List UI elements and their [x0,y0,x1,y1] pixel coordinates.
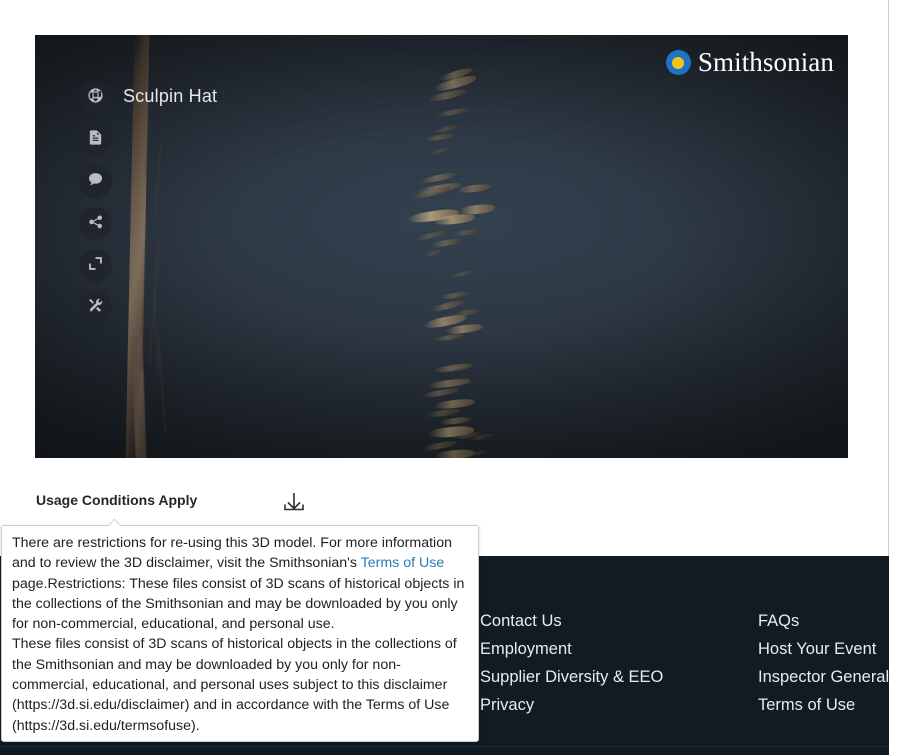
footer-link[interactable]: Privacy [480,696,663,714]
smithsonian-logo: Smithsonian [665,47,834,77]
usage-conditions-label[interactable]: Usage Conditions Apply [36,492,197,508]
tour-button[interactable] [79,81,112,114]
download-icon [277,493,311,524]
tooltip-paragraph-2: These files consist of 3D scans of histo… [12,636,457,734]
tools-button[interactable] [79,291,112,324]
comment-icon [87,171,104,193]
article-button[interactable] [79,123,112,156]
document-icon [87,129,104,151]
footer-link[interactable]: FAQs [758,612,889,630]
page-root: Sculpin Hat Smithsonian Usage Conditions… [0,0,901,755]
footer-link[interactable]: Host Your Event [758,640,889,658]
model-title: Sculpin Hat [123,86,218,106]
download-button[interactable] [277,486,311,520]
fullscreen-button[interactable] [79,249,112,282]
footer-link[interactable]: Terms of Use [758,696,889,714]
terms-of-use-link[interactable]: Terms of Use [361,555,445,571]
tools-icon [87,297,104,319]
usage-conditions-row: Usage Conditions Apply [36,492,336,522]
tooltip-arrow [108,519,121,526]
annotation-button[interactable] [79,165,112,198]
globe-icon [87,87,104,109]
footer-link[interactable]: Contact Us [480,612,663,630]
viewer-toolbar [79,81,112,324]
footer-divider [0,746,889,747]
model-viewer[interactable]: Sculpin Hat Smithsonian [35,35,848,458]
tooltip-text-after-link: page.Restrictions: These files consist o… [12,575,465,633]
footer-column-2: Contact Us Employment Supplier Diversity &… [480,612,663,714]
share-button[interactable] [79,207,112,240]
footer-link[interactable]: Supplier Diversity & EEO [480,668,663,686]
tooltip-paragraph-1: There are restrictions for re-using this… [12,533,466,634]
smithsonian-wordmark: Smithsonian [697,47,834,77]
smithsonian-sunburst-icon [665,50,691,75]
usage-conditions-tooltip: There are restrictions for re-using this… [1,525,479,742]
page-right-border [888,0,889,556]
share-icon [87,213,104,235]
footer-link[interactable]: Inspector General [758,668,889,686]
fullscreen-icon [87,255,104,277]
footer-link[interactable]: Employment [480,640,663,658]
footer-column-3: FAQs Host Your Event Inspector General Term… [758,612,889,714]
